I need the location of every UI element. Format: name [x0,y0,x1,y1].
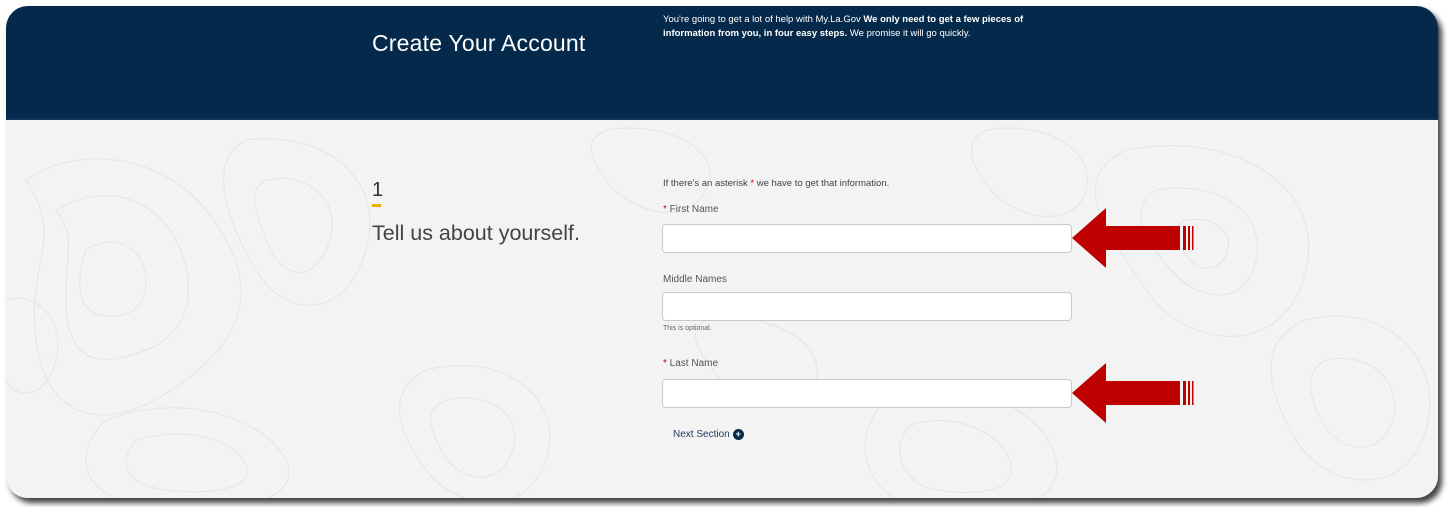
last-name-label: * Last Name [663,358,718,369]
first-name-label-text: First Name [666,204,719,215]
header-intro-text: You're going to get a lot of help with M… [663,13,1043,41]
required-note-text: If there's an asterisk [663,178,751,189]
step-title: Tell us about yourself. [372,221,580,245]
plus-circle-icon: + [732,429,744,440]
intro-text-plain: You're going to get a lot of help with M… [663,14,864,25]
page-title: Create Your Account [372,30,586,56]
intro-text-closing: We promise it will go quickly. [847,28,971,39]
middle-names-help-text: This is optional. [663,325,712,332]
middle-names-label: Middle Names [663,274,727,285]
last-name-label-text: Last Name [666,358,719,369]
step-number-underline [372,204,381,207]
next-section-label: Next Section [673,429,730,440]
annotation-arrow-first-name [1072,208,1194,268]
step-number: 1 [372,179,384,201]
required-fields-note: If there's an asterisk * we have to get … [663,178,889,189]
page-frame: Create Your Account You're going to get … [6,6,1438,498]
next-section-button[interactable]: Next Section + [673,429,744,440]
required-note-text-end: we have to get that information. [754,178,890,189]
last-name-input[interactable] [662,379,1072,408]
page-header: Create Your Account You're going to get … [6,6,1438,120]
middle-names-input[interactable] [662,292,1072,321]
annotation-arrow-last-name [1072,363,1194,423]
first-name-label: * First Name [663,204,719,215]
first-name-input[interactable] [662,224,1072,253]
